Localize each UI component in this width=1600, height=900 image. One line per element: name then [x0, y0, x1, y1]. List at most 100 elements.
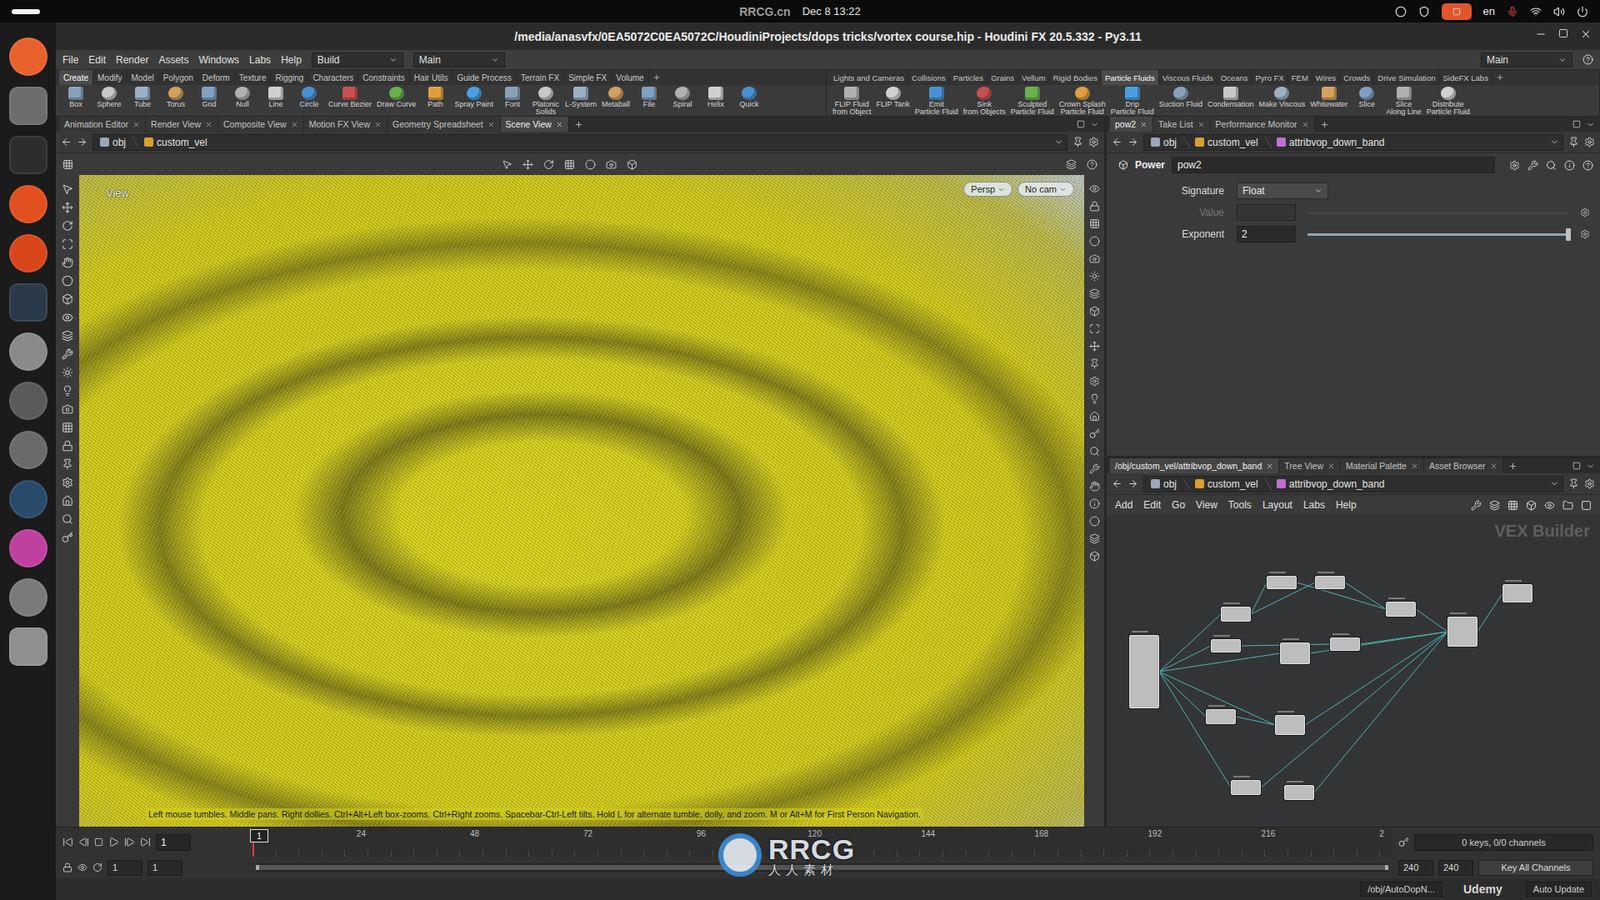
shelf-tool[interactable]: Condensation: [1205, 86, 1257, 109]
vop-node[interactable]: [1284, 785, 1315, 800]
number-field[interactable]: 2: [1236, 225, 1296, 243]
start-frame-field[interactable]: 1: [107, 860, 143, 876]
shelf-tool[interactable]: Spiral: [665, 86, 700, 109]
pane-menu-icon[interactable]: [1090, 120, 1100, 130]
display-option-icon[interactable]: [1089, 428, 1100, 440]
shelf-tab[interactable]: Deform: [198, 70, 235, 85]
vop-node[interactable]: [1220, 606, 1251, 622]
network-menu-item[interactable]: Edit: [1143, 499, 1161, 511]
shelf-tab[interactable]: Drive Simulation: [1374, 70, 1440, 85]
maximize-pane-icon[interactable]: [1572, 120, 1581, 129]
desktop-menu[interactable]: Build: [311, 52, 404, 68]
activities-button[interactable]: [11, 9, 40, 15]
shelf-tool[interactable]: Helix: [699, 86, 733, 109]
move-icon[interactable]: [522, 159, 534, 170]
network-menu-item[interactable]: Tools: [1228, 499, 1252, 511]
shelf-tool[interactable]: EmitParticle Fluid: [912, 86, 961, 116]
playhead[interactable]: 1: [250, 829, 269, 843]
clock[interactable]: Dec 8 13:22: [802, 5, 861, 18]
dropdown-icon[interactable]: [389, 55, 398, 65]
shelf-tab[interactable]: Characters: [308, 70, 359, 85]
status-path[interactable]: /obj/AutoDopN...: [1360, 881, 1443, 897]
shelf-tab[interactable]: Guide Process: [452, 70, 517, 85]
tray-icon[interactable]: [1395, 5, 1407, 18]
camera-menu[interactable]: No cam: [1017, 181, 1075, 197]
shelf-tool[interactable]: Suction Fluid: [1156, 86, 1205, 109]
display-option-icon[interactable]: [1089, 463, 1100, 475]
parameter-tab[interactable]: pow2: [1110, 116, 1154, 132]
parameter-tab[interactable]: Performance Monitor: [1210, 116, 1315, 132]
range-slider[interactable]: [255, 863, 1389, 872]
display-icon[interactable]: [626, 159, 638, 170]
back-icon[interactable]: [60, 136, 72, 148]
display-option-icon[interactable]: [1089, 498, 1100, 510]
shelf-tool[interactable]: Slice: [1350, 86, 1384, 109]
settings-icon[interactable]: [1584, 136, 1595, 148]
display-option-icon[interactable]: [1089, 375, 1100, 387]
viewport-tool-icon[interactable]: [61, 238, 74, 250]
shelf-tool[interactable]: Sinkfrom Objects: [960, 86, 1009, 116]
shelf-tool[interactable]: Circle: [292, 86, 326, 109]
close-tab-icon[interactable]: [487, 120, 495, 129]
shelf-tool[interactable]: DistributeParticle Fluid: [1424, 86, 1473, 116]
close-tab-icon[interactable]: [555, 120, 564, 129]
shelf-tool[interactable]: Line: [259, 86, 293, 109]
box-icon[interactable]: [1525, 500, 1537, 511]
loop-icon[interactable]: [92, 862, 103, 873]
shelf-tool[interactable]: Null: [225, 86, 260, 109]
shelf-tool[interactable]: Crown SplashParticle Fluid: [1056, 86, 1109, 116]
dock-app-icon[interactable]: [9, 381, 48, 420]
power-icon[interactable]: [1576, 5, 1589, 18]
network-tab[interactable]: Tree View: [1279, 458, 1341, 474]
dock-app-icon[interactable]: [9, 37, 48, 76]
vop-node[interactable]: [1502, 584, 1533, 603]
menu-item[interactable]: Render: [115, 54, 149, 66]
settings-icon[interactable]: [1088, 136, 1100, 148]
shelf-tab[interactable]: Viscous Fluids: [1159, 70, 1218, 85]
dropdown-icon[interactable]: [1314, 186, 1323, 195]
desktop-switcher[interactable]: Main: [1480, 52, 1573, 68]
shelf-tab[interactable]: Constraints: [358, 70, 410, 85]
audio-icon[interactable]: [77, 862, 88, 873]
vop-node[interactable]: [1275, 715, 1305, 735]
vop-node[interactable]: [1315, 575, 1345, 590]
shelf-tab[interactable]: Pyro FX: [1251, 70, 1288, 85]
back-icon[interactable]: [1111, 478, 1123, 490]
dock-app-icon[interactable]: [9, 332, 48, 371]
frame-icon[interactable]: [1580, 500, 1592, 511]
desktop-menu[interactable]: Main: [413, 52, 505, 68]
add-tab-icon[interactable]: [574, 120, 584, 130]
network-menu-item[interactable]: Go: [1171, 499, 1185, 511]
pin-icon[interactable]: [1568, 136, 1580, 148]
viewport-tool-icon[interactable]: [61, 531, 74, 544]
back-icon[interactable]: [1111, 136, 1123, 148]
viewport-tool-icon[interactable]: [61, 348, 74, 360]
update-mode[interactable]: Auto Update: [1525, 881, 1592, 897]
display-option-icon[interactable]: [1089, 200, 1100, 212]
viewport-tool-icon[interactable]: [61, 385, 74, 397]
record-icon[interactable]: [585, 159, 596, 170]
close-tab-icon[interactable]: [132, 120, 140, 129]
path-menu-icon[interactable]: [1550, 137, 1560, 147]
shelf-tab[interactable]: Model: [126, 70, 159, 85]
menu-item[interactable]: Edit: [88, 54, 106, 66]
folder-icon[interactable]: [1562, 500, 1574, 511]
vop-node[interactable]: [1210, 639, 1241, 653]
shelf-tab[interactable]: Hair Utils: [410, 70, 454, 85]
shelf-tab[interactable]: Texture: [235, 70, 272, 85]
close-tab-icon[interactable]: [374, 120, 382, 129]
shelf-tool[interactable]: FLIP Fluidfrom Object: [830, 86, 875, 116]
viewer-tab[interactable]: Geometry Spreadsheet: [387, 116, 501, 132]
viewport[interactable]: ViewPerspNo camLeft mouse tumbles. Middl…: [79, 175, 1085, 827]
breadcrumb[interactable]: custom_vel: [140, 136, 213, 149]
shelf-tool[interactable]: SliceAlong Line: [1383, 86, 1425, 116]
add-tab-icon[interactable]: [1320, 120, 1330, 130]
shelf-tool[interactable]: L-System: [562, 86, 600, 109]
network-tab[interactable]: Material Palette: [1340, 458, 1425, 474]
shelf-tool[interactable]: Draw Curve: [374, 86, 420, 109]
dropdown-icon[interactable]: [490, 55, 500, 65]
dock-app-icon[interactable]: [9, 283, 48, 322]
close-tab-icon[interactable]: [1265, 462, 1274, 470]
view-icon[interactable]: [1544, 500, 1555, 511]
close-tab-icon[interactable]: [1490, 462, 1498, 470]
